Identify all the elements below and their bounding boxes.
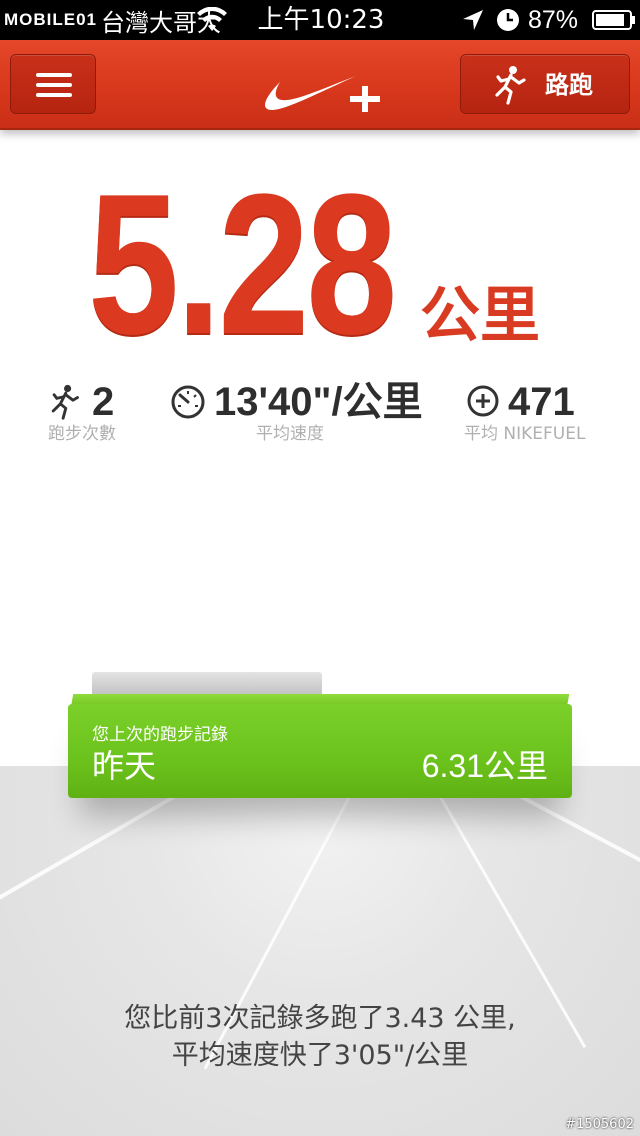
nike-plus-logo — [265, 76, 380, 112]
watermark: #1505602 — [565, 1117, 634, 1132]
battery-icon — [592, 10, 635, 30]
run-mode-button[interactable]: 路跑 — [460, 54, 630, 114]
last-record-distance: 6.31公里 — [421, 748, 548, 784]
distance-value: 5.28 — [88, 153, 397, 376]
nav-bar: 路跑 — [0, 40, 640, 130]
status-bar: MOBILE01 台灣大哥大 上午10:23 87% — [0, 0, 640, 40]
run-count-value: 2 — [92, 380, 115, 424]
comparison-summary: 您比前3次記錄多跑了3.43 公里, 平均速度快了3'05"/公里 — [20, 1000, 620, 1074]
last-record-day: 昨天 — [92, 747, 157, 785]
battery-percent: 87% — [528, 6, 579, 34]
carrier-logo: MOBILE01 — [4, 10, 98, 29]
track-background — [0, 766, 640, 1136]
avg-fuel-label: 平均 NIKEFUEL — [464, 424, 586, 444]
avg-pace-value: 13'40"/公里 — [214, 380, 423, 424]
summary-line-2: 平均速度快了3'05"/公里 — [171, 1040, 469, 1071]
clock-icon — [497, 9, 519, 31]
run-count-label: 跑步次數 — [48, 424, 116, 444]
last-record-caption: 您上次的跑步記錄 — [92, 725, 228, 745]
speedometer-icon — [171, 385, 205, 419]
fuel-plus-icon — [467, 385, 499, 417]
menu-icon — [36, 73, 72, 77]
last-record-card[interactable]: 您上次的跑步記錄 昨天 6.31公里 — [68, 704, 572, 798]
menu-icon-bar — [36, 83, 72, 87]
menu-button[interactable] — [10, 54, 96, 114]
wifi-icon — [197, 7, 227, 31]
distance-unit: 公里 — [420, 281, 540, 351]
avg-fuel-value: 471 — [508, 380, 575, 424]
summary-line-1: 您比前3次記錄多跑了3.43 公里, — [124, 1003, 516, 1034]
location-arrow-icon — [463, 10, 483, 30]
runner-icon — [495, 66, 526, 105]
status-time: 上午10:23 — [257, 5, 385, 35]
avg-pace-label: 平均速度 — [256, 424, 324, 444]
menu-icon-bar — [36, 93, 72, 97]
carrier: MOBILE01 台灣大哥大 — [4, 4, 221, 37]
run-mode-label: 路跑 — [545, 71, 593, 99]
runner-icon — [51, 384, 79, 420]
